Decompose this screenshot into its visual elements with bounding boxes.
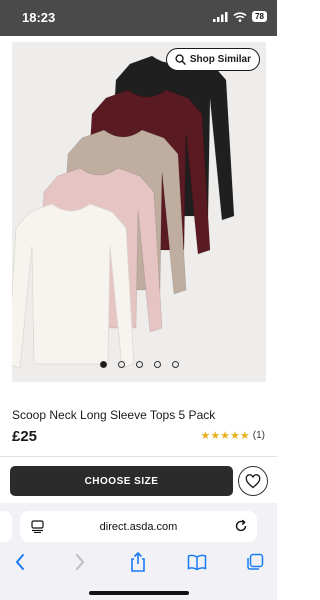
address-bar[interactable]: direct.asda.com bbox=[20, 511, 257, 542]
garment-top bbox=[12, 203, 135, 369]
status-time: 18:23 bbox=[22, 10, 56, 25]
product-rating[interactable]: ★★★★★ (1) bbox=[200, 429, 265, 442]
shop-similar-label: Shop Similar bbox=[189, 54, 251, 65]
shop-similar-button[interactable]: Shop Similar bbox=[165, 48, 260, 71]
browser-chrome: direct.asda.com bbox=[0, 503, 277, 600]
heart-icon bbox=[245, 473, 261, 488]
tabs-button[interactable] bbox=[244, 551, 266, 573]
search-icon bbox=[175, 54, 186, 65]
product-image-gallery[interactable]: Shop Similar bbox=[12, 42, 266, 382]
cellular-signal-icon bbox=[213, 11, 228, 22]
carousel-dot[interactable] bbox=[135, 361, 143, 368]
divider bbox=[0, 456, 277, 457]
carousel-dot[interactable] bbox=[99, 361, 107, 368]
product-title: Scoop Neck Long Sleeve Tops 5 Pack bbox=[12, 408, 216, 422]
browser-toolbar bbox=[0, 547, 277, 577]
previous-tab[interactable] bbox=[0, 511, 12, 542]
tabs-icon bbox=[247, 553, 264, 570]
product-price: £25 bbox=[12, 428, 38, 445]
reload-icon[interactable] bbox=[234, 519, 248, 533]
bookmarks-button[interactable] bbox=[186, 551, 208, 573]
carousel-dot[interactable] bbox=[117, 361, 125, 368]
wifi-icon bbox=[233, 11, 247, 22]
chevron-right-icon bbox=[76, 554, 85, 570]
share-icon bbox=[131, 551, 145, 572]
carousel-dots bbox=[12, 361, 266, 368]
battery-level: 78 bbox=[252, 11, 267, 22]
rating-stars: ★★★★★ bbox=[200, 430, 250, 442]
page-menu-icon[interactable] bbox=[31, 520, 44, 533]
status-icons: 78 bbox=[213, 11, 267, 22]
url-text: direct.asda.com bbox=[99, 520, 178, 533]
status-bar: 18:23 78 bbox=[0, 0, 277, 36]
book-icon bbox=[187, 554, 207, 571]
carousel-dot[interactable] bbox=[153, 361, 161, 368]
wishlist-button[interactable] bbox=[238, 466, 268, 496]
forward-button[interactable] bbox=[69, 551, 91, 573]
back-button[interactable] bbox=[9, 551, 31, 573]
choose-size-button[interactable]: CHOOSE SIZE bbox=[10, 466, 233, 496]
chevron-left-icon bbox=[15, 554, 24, 570]
review-count: (1) bbox=[252, 430, 265, 441]
carousel-dot[interactable] bbox=[171, 361, 179, 368]
share-button[interactable] bbox=[127, 551, 149, 573]
product-image bbox=[12, 55, 235, 369]
home-indicator bbox=[89, 591, 189, 595]
